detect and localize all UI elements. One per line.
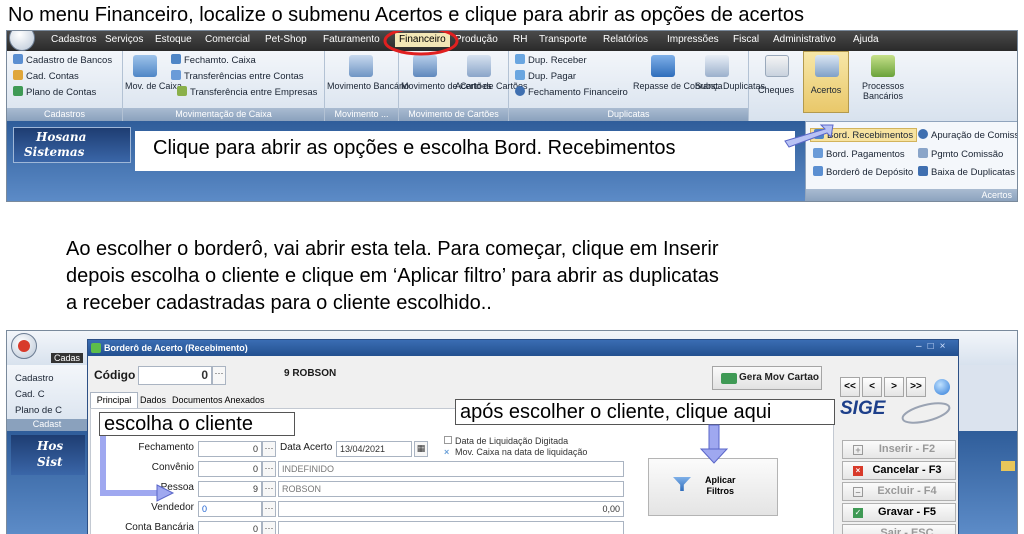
panel-bordero-window: Cadas Cadastro Cad. C Plano de C Cadast … bbox=[6, 330, 1018, 534]
tutorial-screenshot: No menu Financeiro, localize o submenu A… bbox=[0, 0, 1024, 534]
pointer-arrow bbox=[784, 124, 834, 148]
panel2-annotation-overlay bbox=[100, 424, 729, 502]
annotation-overlay bbox=[383, 31, 834, 148]
highlight-ring bbox=[383, 31, 459, 56]
caption-mid: Ao escolher o borderô, vai abrir esta te… bbox=[66, 238, 719, 314]
pointer-arrowhead-aplicar bbox=[699, 448, 729, 464]
pointer-shaft-aplicar bbox=[708, 424, 720, 450]
caption-top: No menu Financeiro, localize o submenu A… bbox=[8, 4, 804, 26]
panel-financeiro-menu: Cadastros Serviços Estoque Comercial Pet… bbox=[6, 30, 1018, 202]
scroll-handle-icon bbox=[1001, 461, 1015, 471]
pointer-line-cliente bbox=[100, 436, 159, 496]
pointer-arrowhead-cliente bbox=[156, 484, 175, 502]
